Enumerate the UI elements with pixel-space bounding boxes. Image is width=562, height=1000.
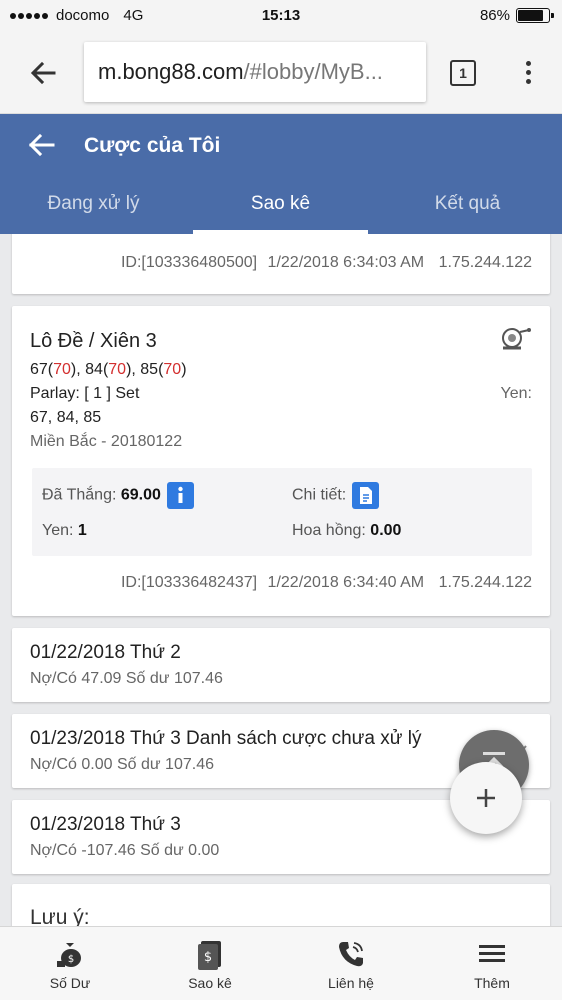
commission-label: Hoa hồng: [292, 522, 366, 539]
nav-label: Liên hệ [328, 975, 374, 991]
pick-number: 84 [85, 361, 103, 378]
bet-numbers: 67, 84, 85 [30, 409, 102, 426]
commission-amount: Hoa hồng: 0.00 [292, 522, 401, 540]
svg-text:$: $ [204, 950, 212, 965]
daily-balance: Nợ/Có 0.00 Số dư 107.46 [30, 756, 214, 773]
tab-bar: Đang xử lý Sao kê Kết quả [0, 184, 562, 234]
phone-icon [339, 942, 363, 967]
tab-pending[interactable]: Đang xử lý [0, 184, 187, 234]
note-title: Lưu ý: [30, 906, 90, 926]
pick-number: 67 [30, 361, 48, 378]
tab-label: Kết quả [434, 193, 501, 214]
nav-balance[interactable]: $ Số Dư [0, 927, 140, 1000]
commission-value: 0.00 [370, 522, 402, 539]
pick-result: 70 [108, 361, 127, 378]
won-value: 69.00 [120, 486, 161, 504]
menu-icon [479, 945, 505, 962]
bet-type-title: Lô Đề / Xiên 3 [30, 330, 157, 352]
battery-percent: 86% [479, 7, 510, 24]
stake-amount: Yen: 1 [42, 522, 87, 540]
nav-more[interactable]: Thêm [422, 927, 562, 1000]
svg-text:$: $ [68, 954, 74, 965]
daily-summary-row[interactable]: 01/22/2018 Thứ 2 Nợ/Có 47.09 Số dư 107.4… [12, 628, 550, 702]
daily-date: 01/23/2018 Thứ 3 [30, 814, 181, 835]
bet-region: Miền Bắc - 20180122 [30, 433, 183, 450]
tab-label: Đang xử lý [47, 193, 140, 214]
nav-statement[interactable]: $ Sao kê [140, 927, 280, 1000]
stake-value: 1 [77, 522, 87, 539]
pick-number: 85 [140, 361, 159, 378]
stake-label: Yen: [42, 522, 74, 539]
browser-back-icon[interactable] [26, 56, 60, 90]
bet-ip: 1.75.244.122 [438, 254, 532, 271]
bet-ip: 1.75.244.122 [438, 574, 532, 591]
bet-card: Lô Đề / Xiên 3 67(70), 84(70), 85(70) Pa… [12, 306, 550, 616]
detail-label: Chi tiết: [292, 486, 347, 504]
url-bar[interactable]: m.bong88.com/#lobby/MyB... [84, 42, 426, 102]
note-card: Lưu ý: [12, 884, 550, 926]
app-header: Cược của Tôi Đang xử lý Sao kê Kết quả [0, 114, 562, 234]
nav-contact[interactable]: Liên hệ [281, 927, 421, 1000]
parlay-info: Parlay: [ 1 ] Set [30, 385, 140, 402]
tab-switcher-button[interactable]: 1 [450, 60, 476, 86]
daily-balance: Nợ/Có -107.46 Số dư 0.00 [30, 842, 220, 859]
bet-meta: ID:[103336482437] 1/22/2018 6:34:40 AM 1… [121, 574, 532, 592]
bottom-navigation: $ Số Dư $ Sao kê Liên hệ Thêm [0, 926, 562, 1000]
more-menu-icon[interactable] [522, 58, 534, 88]
pick-result: 70 [163, 361, 182, 378]
add-button[interactable] [450, 762, 522, 834]
money-bag-icon: $ [57, 943, 81, 967]
daily-date: 01/23/2018 Thứ 3 Danh sách cược chưa xử … [30, 728, 422, 749]
bet-time: 1/22/2018 6:34:03 AM [267, 254, 425, 271]
lottery-machine-icon[interactable] [498, 326, 532, 352]
tab-results[interactable]: Kết quả [374, 184, 561, 234]
tab-label: Sao kê [250, 193, 311, 214]
info-icon[interactable] [166, 482, 194, 509]
url-host: m.bong88.com [98, 59, 244, 84]
page-title: Cược của Tôi [84, 134, 221, 157]
pick-result: 70 [53, 361, 71, 378]
bet-id: ID:[103336480500] [120, 254, 258, 271]
back-arrow-icon[interactable] [26, 130, 56, 160]
won-amount: Đã Thắng: 69.00 [42, 482, 194, 509]
browser-toolbar: m.bong88.com/#lobby/MyB... 1 [0, 34, 562, 114]
battery-icon [516, 8, 554, 23]
daily-balance: Nợ/Có 47.09 Số dư 107.46 [30, 670, 223, 687]
currency-label: Yen: [500, 385, 532, 402]
clock: 15:13 [261, 7, 301, 24]
plus-icon [477, 789, 495, 807]
statement-icon: $ [198, 941, 221, 970]
document-icon[interactable] [352, 482, 380, 509]
detail-link: Chi tiết: [292, 482, 380, 509]
bet-card: ID:[103336480500] 1/22/2018 6:34:03 AM 1… [12, 234, 550, 294]
bet-meta: ID:[103336480500] 1/22/2018 6:34:03 AM 1… [121, 254, 532, 272]
nav-label: Sao kê [188, 975, 232, 991]
nav-label: Số Dư [49, 975, 91, 991]
bet-id: ID:[103336482437] [120, 574, 258, 591]
url-path: /#lobby/MyB... [243, 59, 383, 84]
status-bar: docomo 4G 15:13 86% [0, 0, 562, 34]
bet-summary-box: Đã Thắng: 69.00 Chi tiết: Yen: 1 Hoa hồn… [32, 468, 532, 556]
picks-line: 67(70), 84(70), 85(70) [30, 361, 187, 378]
tab-statement[interactable]: Sao kê [187, 184, 374, 234]
daily-date: 01/22/2018 Thứ 2 [30, 642, 181, 663]
nav-label: Thêm [474, 975, 510, 991]
bet-time: 1/22/2018 6:34:40 AM [267, 574, 425, 591]
won-label: Đã Thắng: [42, 486, 117, 504]
